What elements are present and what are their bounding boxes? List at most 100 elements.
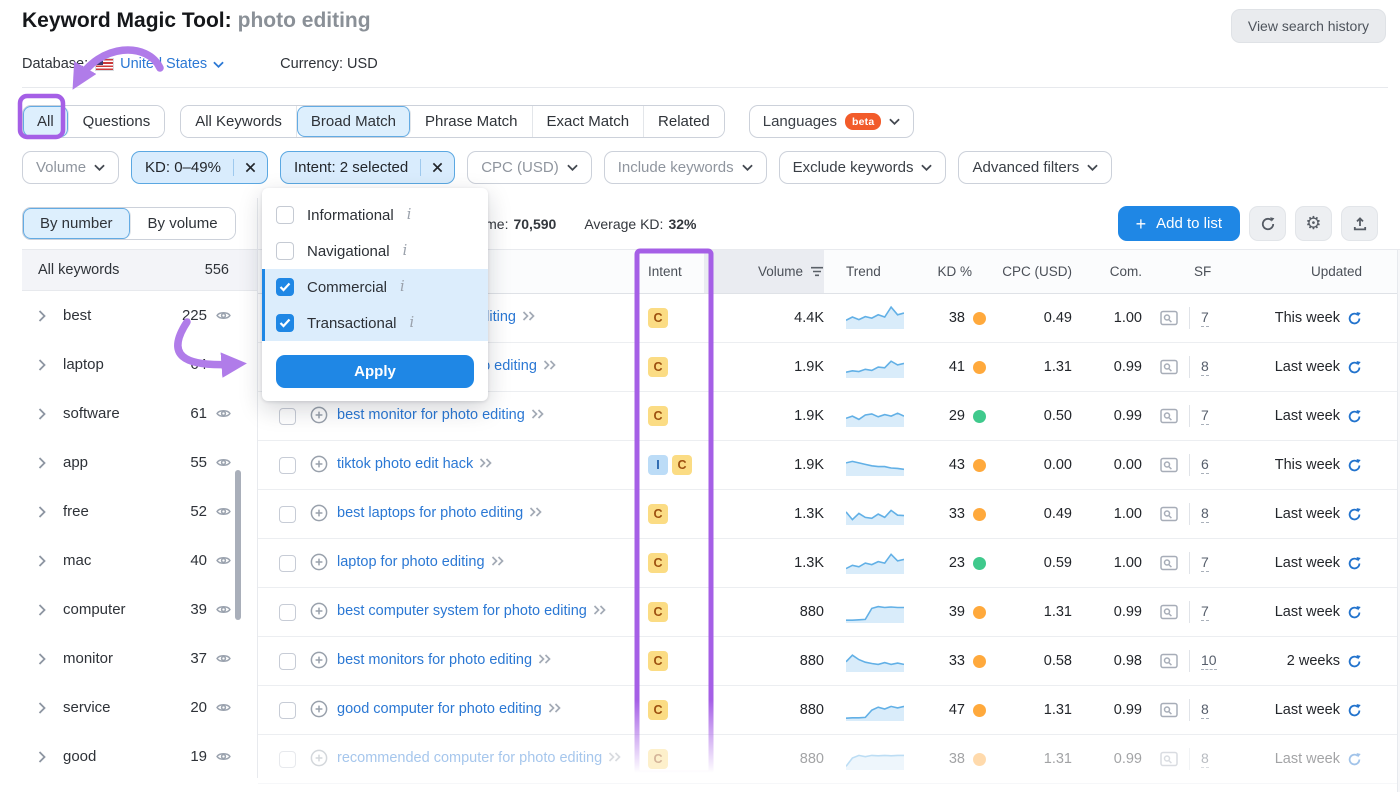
intent-filter-remove-button[interactable] xyxy=(420,159,454,176)
update-refresh-icon[interactable] xyxy=(1347,752,1362,767)
cpc-filter-dropdown[interactable]: CPC (USD) xyxy=(467,151,592,184)
keyword-link[interactable]: laptop for photo editing xyxy=(337,554,485,570)
update-refresh-icon[interactable] xyxy=(1347,654,1362,669)
update-refresh-icon[interactable] xyxy=(1347,507,1362,522)
row-checkbox[interactable] xyxy=(279,457,296,474)
eye-icon[interactable] xyxy=(216,457,231,468)
double-chevron-icon[interactable] xyxy=(593,603,607,619)
sf-link[interactable]: 7 xyxy=(1201,407,1209,425)
languages-dropdown[interactable]: Languages beta xyxy=(749,105,915,138)
tab-questions[interactable]: Questions xyxy=(69,106,165,137)
intent-option-navigational[interactable]: Navigational i xyxy=(262,233,488,269)
double-chevron-icon[interactable] xyxy=(548,701,562,717)
header-kd[interactable]: KD % xyxy=(910,250,986,293)
update-refresh-icon[interactable] xyxy=(1347,605,1362,620)
keyword-link[interactable]: best monitor for photo editing xyxy=(337,407,525,423)
intent-option-transactional[interactable]: Transactional i xyxy=(262,305,488,341)
info-icon[interactable]: i xyxy=(400,279,405,295)
serp-preview-icon[interactable] xyxy=(1160,310,1178,326)
keyword-group-item-service[interactable]: service 20 xyxy=(22,683,257,732)
eye-icon[interactable] xyxy=(216,751,231,762)
serp-preview-icon[interactable] xyxy=(1160,555,1178,571)
intent-option-commercial[interactable]: Commercial i xyxy=(262,269,488,305)
eye-icon[interactable] xyxy=(216,408,231,419)
info-icon[interactable]: i xyxy=(410,315,415,331)
row-checkbox[interactable] xyxy=(279,555,296,572)
database-selector[interactable]: United States xyxy=(120,56,224,72)
sf-link[interactable]: 8 xyxy=(1201,358,1209,376)
keyword-group-item-computer[interactable]: computer 39 xyxy=(22,585,257,634)
add-keyword-icon[interactable] xyxy=(310,455,328,473)
export-button[interactable] xyxy=(1341,206,1378,241)
serp-preview-icon[interactable] xyxy=(1160,506,1178,522)
update-refresh-icon[interactable] xyxy=(1347,409,1362,424)
row-checkbox[interactable] xyxy=(279,408,296,425)
eye-icon[interactable] xyxy=(216,555,231,566)
sf-link[interactable]: 6 xyxy=(1201,456,1209,474)
sf-link[interactable]: 8 xyxy=(1201,701,1209,719)
sf-link[interactable]: 7 xyxy=(1201,309,1209,327)
info-icon[interactable]: i xyxy=(407,207,412,223)
all-keywords-row[interactable]: All keywords 556 xyxy=(22,249,257,291)
header-com[interactable]: Com. xyxy=(1072,250,1142,293)
tab-all[interactable]: All xyxy=(23,106,69,137)
keyword-group-item-best[interactable]: best 225 xyxy=(22,291,257,340)
kd-filter-remove-button[interactable] xyxy=(233,159,267,176)
eye-icon[interactable] xyxy=(216,702,231,713)
sf-link[interactable]: 7 xyxy=(1201,554,1209,572)
intent-option-informational[interactable]: Informational i xyxy=(262,197,488,233)
add-keyword-icon[interactable] xyxy=(310,553,328,571)
update-refresh-icon[interactable] xyxy=(1347,458,1362,473)
serp-preview-icon[interactable] xyxy=(1160,751,1178,767)
double-chevron-icon[interactable] xyxy=(608,750,622,766)
serp-preview-icon[interactable] xyxy=(1160,653,1178,669)
tab-exact-match[interactable]: Exact Match xyxy=(533,106,645,137)
sidebar-scrollbar[interactable] xyxy=(235,470,241,620)
double-chevron-icon[interactable] xyxy=(543,358,557,374)
eye-icon[interactable] xyxy=(216,359,231,370)
eye-icon[interactable] xyxy=(216,604,231,615)
checkbox-checked[interactable] xyxy=(276,314,294,332)
intent-filter-chip[interactable]: Intent: 2 selected xyxy=(280,151,455,184)
add-keyword-icon[interactable] xyxy=(310,651,328,669)
settings-button[interactable]: ⚙ xyxy=(1295,206,1332,241)
keyword-link[interactable]: recommended computer for photo editing xyxy=(337,750,602,766)
serp-preview-icon[interactable] xyxy=(1160,604,1178,620)
kd-filter-chip[interactable]: KD: 0–49% xyxy=(131,151,268,184)
add-keyword-icon[interactable] xyxy=(310,504,328,522)
serp-preview-icon[interactable] xyxy=(1160,359,1178,375)
exclude-keywords-dropdown[interactable]: Exclude keywords xyxy=(779,151,947,184)
update-refresh-icon[interactable] xyxy=(1347,311,1362,326)
keyword-group-item-mac[interactable]: mac 40 xyxy=(22,536,257,585)
sf-link[interactable]: 7 xyxy=(1201,603,1209,621)
keyword-group-item-free[interactable]: free 52 xyxy=(22,487,257,536)
tab-all-keywords[interactable]: All Keywords xyxy=(181,106,297,137)
double-chevron-icon[interactable] xyxy=(531,407,545,423)
add-keyword-icon[interactable] xyxy=(310,700,328,718)
keyword-group-item-app[interactable]: app 55 xyxy=(22,438,257,487)
update-refresh-icon[interactable] xyxy=(1347,703,1362,718)
double-chevron-icon[interactable] xyxy=(529,505,543,521)
eye-icon[interactable] xyxy=(216,506,231,517)
tab-by-number[interactable]: By number xyxy=(23,208,131,239)
keyword-link[interactable]: best computer system for photo editing xyxy=(337,603,587,619)
sf-link[interactable]: 10 xyxy=(1201,652,1217,670)
keyword-link[interactable]: good computer for photo editing xyxy=(337,701,542,717)
keyword-group-item-good[interactable]: good 19 xyxy=(22,732,257,781)
refresh-button[interactable] xyxy=(1249,206,1286,241)
add-keyword-icon[interactable] xyxy=(310,749,328,767)
eye-icon[interactable] xyxy=(216,653,231,664)
keyword-link[interactable]: tiktok photo edit hack xyxy=(337,456,473,472)
advanced-filters-dropdown[interactable]: Advanced filters xyxy=(958,151,1112,184)
sf-link[interactable]: 8 xyxy=(1201,505,1209,523)
row-checkbox[interactable] xyxy=(279,751,296,768)
keyword-link[interactable]: best laptops for photo editing xyxy=(337,505,523,521)
include-keywords-dropdown[interactable]: Include keywords xyxy=(604,151,767,184)
keyword-link[interactable]: best monitors for photo editing xyxy=(337,652,532,668)
eye-icon[interactable] xyxy=(216,310,231,321)
row-checkbox[interactable] xyxy=(279,653,296,670)
serp-preview-icon[interactable] xyxy=(1160,702,1178,718)
add-keyword-icon[interactable] xyxy=(310,406,328,424)
add-keyword-icon[interactable] xyxy=(310,602,328,620)
keyword-group-item-laptop[interactable]: laptop 64 xyxy=(22,340,257,389)
